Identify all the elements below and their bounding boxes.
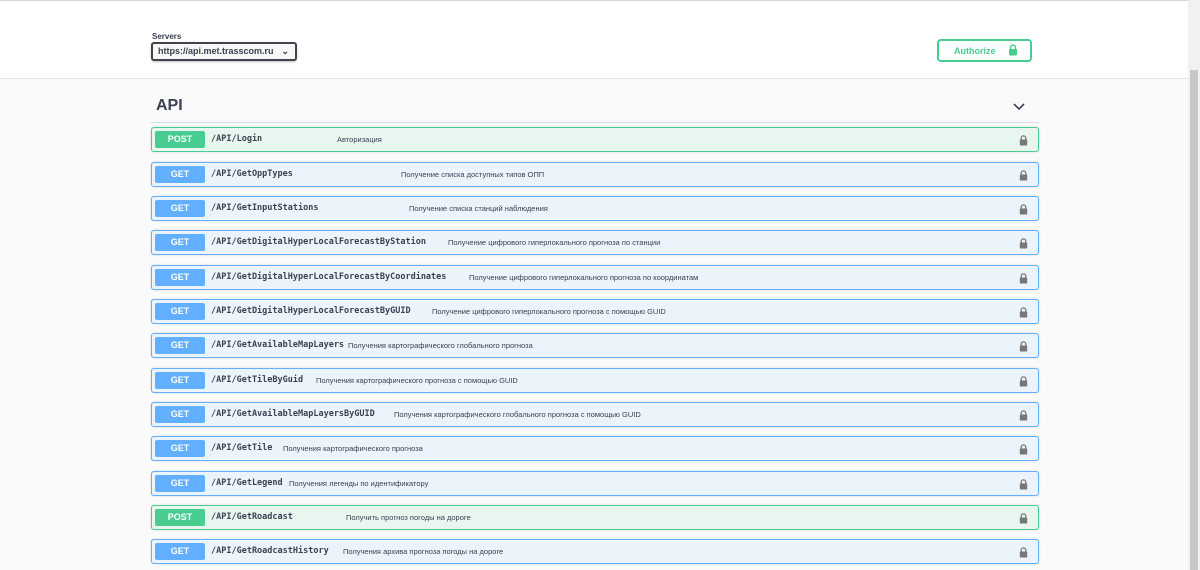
swagger-page: Servers https://api.met.trasscom.ru ⌄ Au…: [0, 0, 1200, 570]
operation-path: /API/GetDigitalHyperLocalForecastByCoord…: [211, 272, 447, 282]
servers-label: Servers: [152, 32, 182, 41]
scrollbar-thumb[interactable]: [1190, 70, 1198, 570]
tag-header-api[interactable]: API: [151, 94, 1039, 123]
lock-icon[interactable]: [1019, 477, 1028, 495]
opblock-get[interactable]: GET/API/GetTileByGuid Получения картограф…: [151, 368, 1039, 393]
servers-select[interactable]: https://api.met.trasscom.ru ⌄: [151, 42, 297, 61]
opblock-get[interactable]: GET/API/GetAvailableMapLayersByGUID Получ…: [151, 402, 1039, 427]
opblock-get[interactable]: GET/API/GetOppTypes Получение списка дост…: [151, 162, 1039, 187]
servers-selected-value: https://api.met.trasscom.ru: [158, 46, 274, 56]
lock-icon[interactable]: [1019, 271, 1028, 289]
operation-path: /API/GetAvailableMapLayersByGUID: [211, 409, 375, 419]
lock-icon[interactable]: [1019, 168, 1028, 186]
method-badge: POST: [155, 509, 205, 526]
operation-summary: Получение цифрового гиперлокального прог…: [469, 273, 699, 282]
opblock-get[interactable]: GET/API/GetDigitalHyperLocalForecastBySt…: [151, 230, 1039, 255]
operation-summary: Получение цифрового гиперлокального прог…: [432, 307, 666, 316]
opblock-get[interactable]: GET/API/GetAvailableMapLayers Получения к…: [151, 333, 1039, 358]
operation-summary: Получение списка доступных типов ОПП: [401, 170, 545, 179]
method-badge: POST: [155, 131, 205, 148]
lock-icon[interactable]: [1019, 442, 1028, 460]
lock-icon[interactable]: [1019, 408, 1028, 426]
operation-path: /API/GetOppTypes: [211, 169, 293, 179]
operation-path: /API/GetDigitalHyperLocalForecastByStati…: [211, 237, 426, 247]
method-badge: GET: [155, 543, 205, 560]
opblock-post[interactable]: POST/API/Login Авторизация: [151, 127, 1039, 152]
opblock-get[interactable]: GET/API/GetDigitalHyperLocalForecastByGU…: [151, 299, 1039, 324]
opblock-get[interactable]: GET/API/GetTile Получения картографическо…: [151, 436, 1039, 461]
opblock-get[interactable]: GET/API/GetLegend Получения легенды по ид…: [151, 471, 1039, 496]
opblock-get[interactable]: GET/API/GetRoadcastHistory Получения архи…: [151, 539, 1039, 564]
operation-summary: Получения архива прогноза погоды на доро…: [343, 547, 504, 556]
authorize-label: Authorize: [954, 46, 996, 56]
authorize-button[interactable]: Authorize: [937, 39, 1032, 62]
scheme-container: Servers https://api.met.trasscom.ru ⌄ Au…: [0, 1, 1188, 79]
tag-title: API: [156, 97, 183, 114]
method-badge: GET: [155, 337, 205, 354]
operation-summary: Получения картографического прогноза с п…: [316, 376, 518, 385]
method-badge: GET: [155, 440, 205, 457]
operation-summary: Получение цифрового гиперлокального прог…: [448, 238, 661, 247]
main-content: [0, 79, 1188, 570]
operation-path: /API/GetLegend: [211, 478, 283, 488]
operation-summary: Получения картографического глобального …: [394, 410, 641, 419]
lock-icon[interactable]: [1019, 202, 1028, 220]
lock-icon[interactable]: [1019, 133, 1028, 151]
lock-icon[interactable]: [1019, 374, 1028, 392]
operation-path: /API/GetTileByGuid: [211, 375, 304, 385]
method-badge: GET: [155, 475, 205, 492]
lock-icon[interactable]: [1019, 305, 1028, 323]
method-badge: GET: [155, 303, 205, 320]
operation-path: /API/GetRoadcast: [211, 512, 293, 522]
operation-summary: Авторизация: [337, 135, 382, 144]
method-badge: GET: [155, 269, 205, 286]
lock-icon: [1008, 44, 1018, 58]
operation-path: /API/GetInputStations: [211, 203, 319, 213]
opblock-get[interactable]: GET/API/GetDigitalHyperLocalForecastByCo…: [151, 265, 1039, 290]
operation-path: /API/GetRoadcastHistory: [211, 546, 329, 556]
operation-path: /API/GetAvailableMapLayers: [211, 340, 345, 350]
operation-summary: Получить прогноз погоды на дороге: [346, 513, 471, 522]
method-badge: GET: [155, 234, 205, 251]
method-badge: GET: [155, 372, 205, 389]
operation-path: /API/GetTile: [211, 443, 273, 453]
method-badge: GET: [155, 200, 205, 217]
operation-summary: Получения картографического глобального …: [348, 341, 533, 350]
chevron-down-icon[interactable]: [1013, 98, 1025, 116]
opblock-get[interactable]: GET/API/GetInputStations Получение списка…: [151, 196, 1039, 221]
method-badge: GET: [155, 406, 205, 423]
lock-icon[interactable]: [1019, 339, 1028, 357]
operation-summary: Получения легенды по идентификатору: [289, 479, 429, 488]
operation-summary: Получение списка станций наблюдения: [409, 204, 548, 213]
operation-path: /API/Login: [211, 134, 263, 144]
opblock-post[interactable]: POST/API/GetRoadcast Получить прогноз пог…: [151, 505, 1039, 530]
select-chevron-icon: ⌄: [281, 46, 289, 56]
lock-icon[interactable]: [1019, 511, 1028, 529]
method-badge: GET: [155, 166, 205, 183]
operation-summary: Получения картографического прогноза: [283, 444, 423, 453]
lock-icon[interactable]: [1019, 236, 1028, 254]
operation-path: /API/GetDigitalHyperLocalForecastByGUID: [211, 306, 411, 316]
lock-icon[interactable]: [1019, 545, 1028, 563]
